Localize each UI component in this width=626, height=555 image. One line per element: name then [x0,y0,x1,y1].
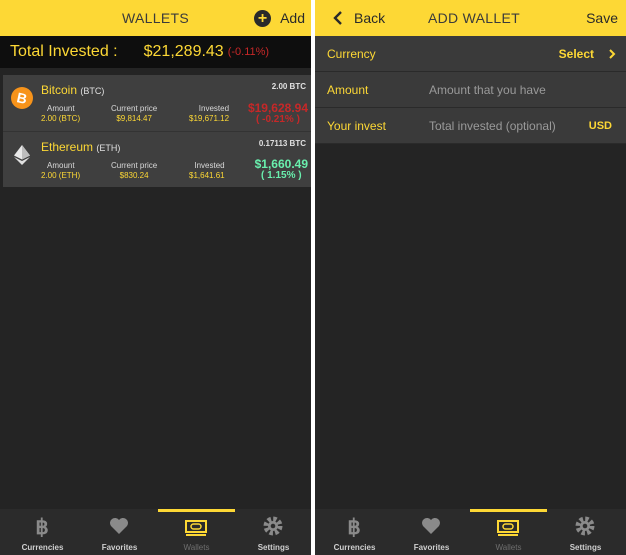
plus-circle-icon: + [254,9,272,27]
nav-currencies[interactable]: ฿ Currencies [4,509,81,555]
nav-currencies[interactable]: ฿ Currencies [316,509,393,555]
bitcoin-icon: ฿ [35,516,48,537]
invested-column: Invested $19,671.12 [189,104,229,124]
heart-icon [422,518,440,534]
wallet-icon [497,520,519,536]
wallets-screen: WALLETS + Add Total Invested : $21,289.4… [0,0,311,555]
coin-holding: 2.00 BTC [271,82,306,91]
bitcoin-icon: B [11,87,33,109]
current-value-change: ( 1.15% ) [261,170,302,181]
add-button-label: Add [280,10,305,26]
amount-input[interactable] [429,80,609,100]
nav-label: Wallets [183,543,210,552]
current-value: $1,660.49 ( 1.15% ) [255,158,308,182]
chevron-right-icon [609,49,616,59]
add-wallet-header: Back ADD WALLET Save [315,0,626,36]
amount-row: Amount [315,72,626,108]
coin-name: Bitcoin (BTC) [41,83,104,97]
total-invested-change: (-0.11%) [227,46,270,58]
coin-name: Ethereum (ETH) [41,140,120,154]
invested-value: $19,671.12 [189,114,230,123]
total-invested-label: Total Invested : [10,43,118,60]
current-value-amount: $1,660.49 [254,157,308,171]
back-button-label: Back [354,10,386,26]
current-value-amount: $19,628.94 [247,101,308,115]
active-tab-indicator [158,509,235,512]
current-value: $19,628.94 ( -0.21% ) [248,102,308,126]
nav-label: Currencies [333,543,376,552]
currency-select[interactable]: Select [559,36,616,72]
nav-label: Favorites [101,543,138,552]
price-label: Current price [111,161,158,170]
back-button[interactable]: Back [333,8,385,28]
nav-label: Settings [569,543,602,552]
nav-wallets[interactable]: Wallets [470,509,547,555]
wallet-icon [185,520,207,536]
nav-label: Favorites [413,543,450,552]
bottom-nav: ฿ Currencies Favorites Wallets Settings [315,509,626,555]
coin-holding: 0.17113 BTC [258,139,306,148]
currency-select-value: Select [558,47,594,61]
nav-wallets[interactable]: Wallets [158,509,235,555]
invested-label: Invested [194,161,225,170]
nav-settings[interactable]: Settings [547,509,624,555]
current-value-change: ( -0.21% ) [256,114,300,125]
coin-symbol: (BTC) [80,86,105,96]
heart-icon [110,518,128,534]
nav-label: Settings [257,543,290,552]
coin-symbol: (ETH) [96,143,121,153]
price-column: Current price $9,814.47 [111,104,157,124]
total-invested-bar: Total Invested : $21,289.43 (-0.11%) [0,36,311,68]
add-wallet-button[interactable]: + Add [254,7,305,29]
total-invested-value: $21,289.43 [143,43,224,60]
wallets-header: WALLETS + Add [0,0,311,36]
nav-favorites[interactable]: Favorites [81,509,158,555]
amount-column: Amount 2.00 (ETH) [41,161,80,181]
currency-label: Currency [327,47,376,61]
wallet-card-ethereum[interactable]: Ethereum (ETH) 0.17113 BTC Amount 2.00 (… [3,131,311,187]
nav-settings[interactable]: Settings [235,509,311,555]
bottom-nav: ฿ Currencies Favorites Wallets Settings [0,509,311,555]
coin-name-text: Ethereum [41,140,94,154]
nav-favorites[interactable]: Favorites [393,509,470,555]
invest-currency-unit: USD [588,120,612,132]
save-button[interactable]: Save [586,0,618,36]
invested-value: $1,641.61 [189,171,225,180]
price-value: $830.24 [119,171,149,180]
currency-row[interactable]: Currency Select [315,36,626,72]
price-value: $9,814.47 [116,114,152,123]
active-tab-indicator [470,509,547,512]
coin-name-text: Bitcoin [41,83,78,97]
invest-input[interactable] [429,116,589,136]
ethereum-icon [14,145,30,165]
amount-label: Amount [47,104,75,113]
amount-value: 2.00 (ETH) [41,171,81,180]
invested-column: Invested $1,641.61 [189,161,225,181]
wallet-card-bitcoin[interactable]: B Bitcoin (BTC) 2.00 BTC Amount 2.00 (BT… [3,75,311,131]
svg-text:฿: ฿ [347,516,360,537]
gear-icon [575,516,595,536]
invest-row: Your invest USD [315,108,626,144]
svg-text:฿: ฿ [35,516,48,537]
invested-label: Invested [198,104,230,113]
bitcoin-icon: ฿ [347,516,360,537]
add-wallet-screen: Back ADD WALLET Save Currency Select Amo… [315,0,626,555]
price-column: Current price $830.24 [111,161,157,181]
amount-column: Amount 2.00 (BTC) [41,104,80,124]
nav-label: Wallets [495,543,522,552]
nav-label: Currencies [21,543,64,552]
chevron-left-icon [333,11,342,25]
price-label: Current price [111,104,158,113]
amount-label: Amount [47,161,75,170]
amount-value: 2.00 (BTC) [41,114,81,123]
invest-label: Your invest [327,119,386,133]
gear-icon [263,516,283,536]
amount-label: Amount [327,83,369,97]
page-title: ADD WALLET [428,10,520,26]
